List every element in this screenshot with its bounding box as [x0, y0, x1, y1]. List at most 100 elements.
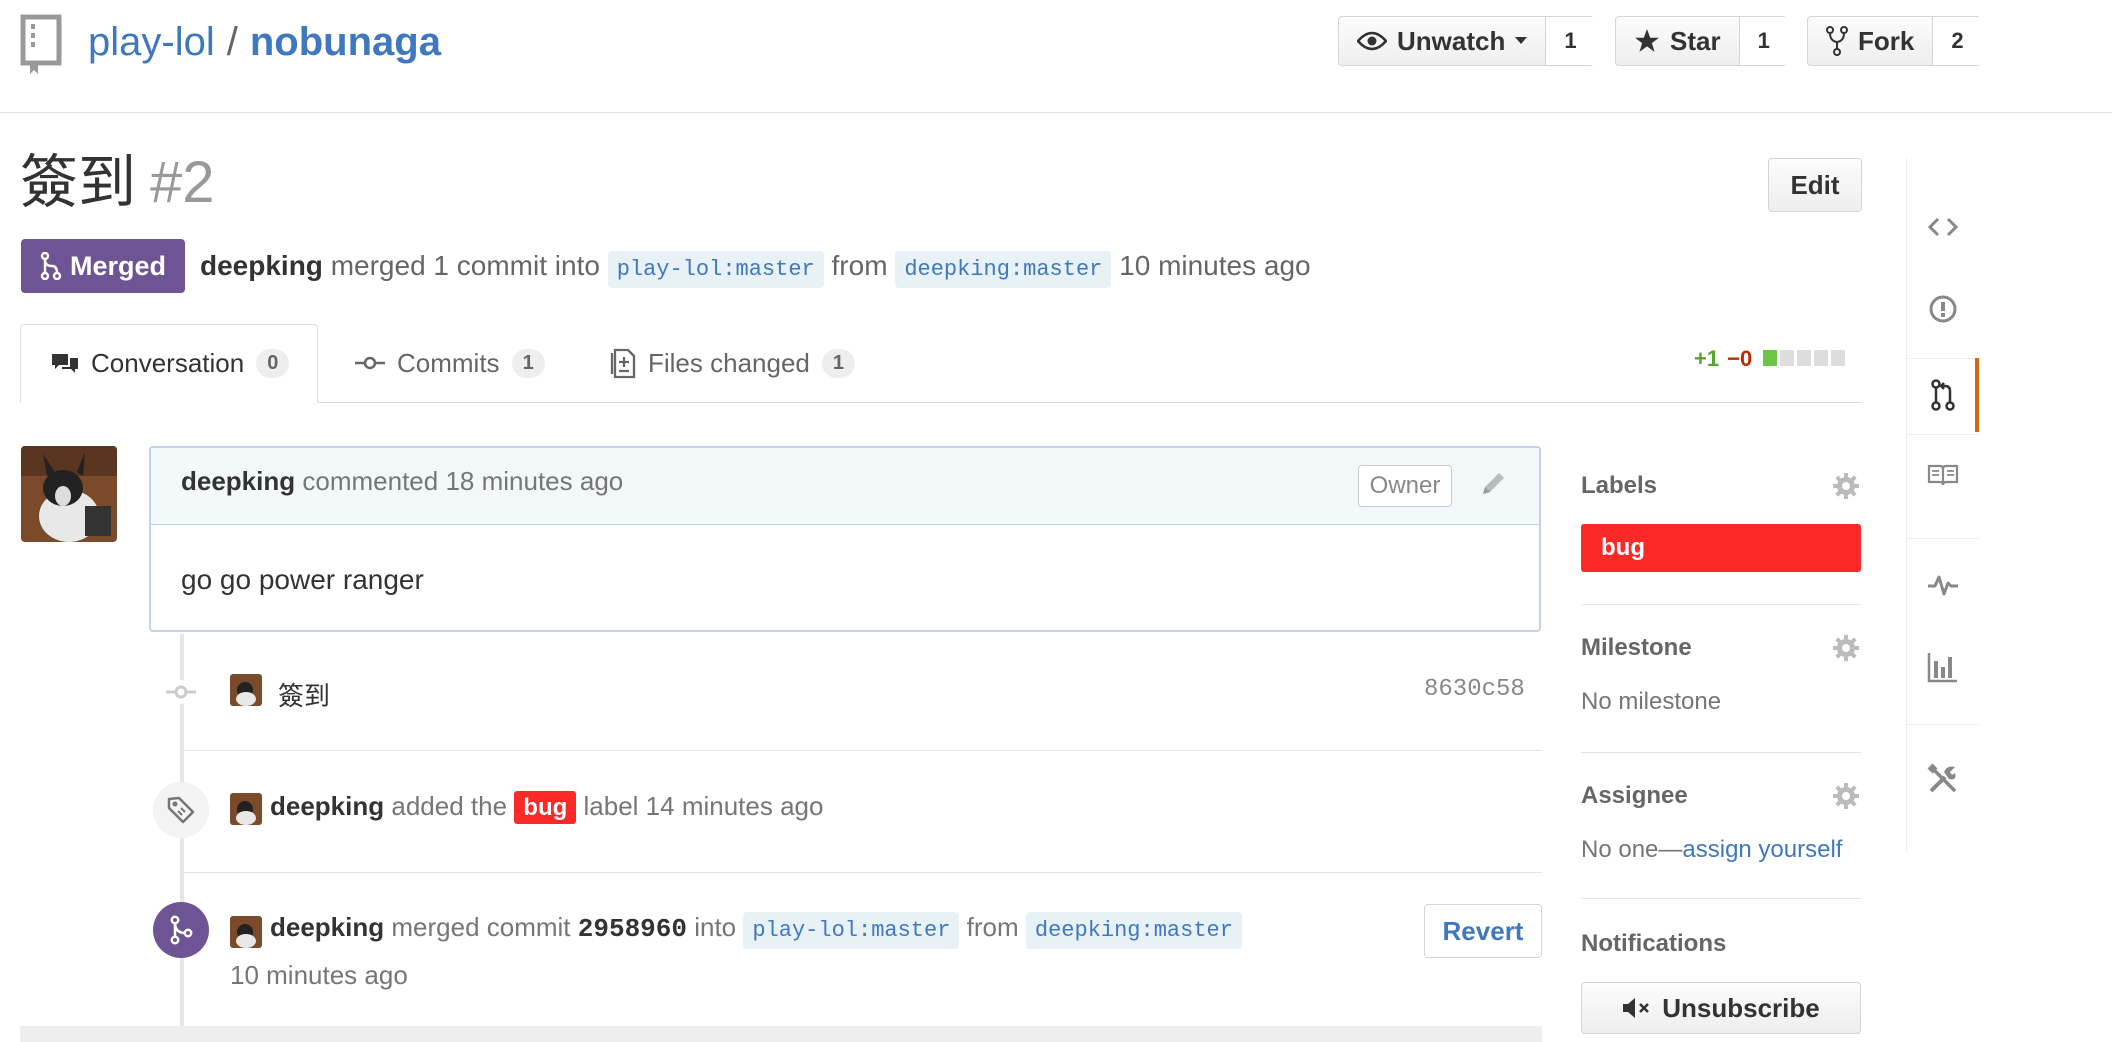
notifications-heading: Notifications [1581, 930, 1727, 957]
label-event-actor[interactable]: deepking [270, 791, 384, 821]
file-diff-icon [610, 348, 636, 379]
merged-status-badge: Merged [21, 239, 185, 293]
gear-icon[interactable] [1832, 472, 1860, 500]
comment-action: commented [302, 466, 439, 496]
unwatch-label: Unwatch [1397, 25, 1506, 56]
merge-head-ref[interactable]: deepking:master [1025, 912, 1242, 949]
merge-summary-text: merged 1 commit into [330, 250, 600, 281]
issue-icon[interactable] [1907, 268, 1979, 350]
code-icon[interactable] [1907, 186, 1979, 268]
commit-icon [355, 356, 385, 370]
gear-icon[interactable] [1832, 634, 1860, 662]
mute-icon [1623, 998, 1650, 1018]
avatar[interactable] [21, 446, 117, 542]
owner-badge: Owner [1358, 465, 1452, 507]
from-text: from [831, 250, 888, 281]
base-owner: play-lol [616, 257, 723, 282]
unwatch-button[interactable]: Unwatch [1339, 17, 1547, 65]
fork-button[interactable]: Fork [1808, 17, 1934, 65]
nav-divider [1907, 538, 1979, 539]
tools-icon[interactable] [1907, 738, 1979, 820]
merge-event-verb: merged commit [391, 912, 571, 942]
repo-icon [20, 14, 66, 76]
pr-number: #2 [150, 150, 215, 215]
diffstat-block [1814, 350, 1829, 366]
timeline-divider [182, 750, 1542, 751]
tag-icon [153, 782, 209, 838]
timeline-divider [182, 872, 1542, 873]
commit-message-link[interactable]: 簽到 [278, 676, 330, 713]
eye-icon [1357, 31, 1387, 51]
active-nav-indicator [1975, 358, 1979, 432]
repo-owner-link[interactable]: play-lol [88, 20, 215, 64]
merge-head-owner: deepking [1034, 918, 1141, 943]
diffstat-deletions: −0 [1727, 346, 1753, 371]
head-owner: deepking [904, 257, 1010, 282]
watchers-count[interactable]: 1 [1546, 17, 1595, 65]
comment-header: deepking commented 18 minutes ago Owner [151, 448, 1539, 525]
star-icon [1635, 29, 1659, 52]
commit-sha-link[interactable]: 8630c58 [1424, 676, 1525, 703]
tab-files-changed[interactable]: Files changed 1 [610, 324, 890, 402]
merge-base-owner: play-lol [752, 918, 858, 943]
merge-base-ref[interactable]: play-lol:master [743, 912, 960, 949]
head-branch: master [1023, 257, 1103, 282]
merge-base-branch: master [871, 918, 951, 943]
merge-event-avatar[interactable] [230, 916, 262, 948]
diffstat: +1 −0 [1694, 346, 1846, 372]
tab-commits-label: Commits [397, 347, 500, 378]
label-bug-chip[interactable]: bug [514, 791, 577, 824]
graph-icon[interactable] [1907, 626, 1979, 708]
label-event-avatar[interactable] [230, 793, 262, 825]
comment-box: deepking commented 18 minutes ago Owner … [149, 446, 1541, 632]
unsubscribe-label: Unsubscribe [1662, 992, 1820, 1023]
merge-event-time: 10 minutes ago [230, 960, 408, 990]
tab-conversation-count: 0 [256, 349, 290, 378]
pr-tabs: Conversation 0 Commits 1 Files changed 1 [20, 324, 1862, 403]
commit-author-avatar[interactable] [230, 674, 262, 706]
chevron-down-icon [1515, 37, 1528, 44]
pull-request-icon[interactable] [1907, 354, 1979, 436]
star-label: Star [1670, 25, 1721, 56]
tab-commits[interactable]: Commits 1 [355, 324, 575, 402]
pr-title: 簽到 #2 [20, 148, 215, 218]
pencil-icon[interactable] [1479, 468, 1509, 498]
assignee-none: No one— [1581, 836, 1683, 863]
pulse-icon[interactable] [1907, 544, 1979, 626]
merge-head-branch: master [1153, 918, 1233, 943]
comment-body: go go power ranger [181, 564, 424, 595]
gear-icon[interactable] [1832, 782, 1860, 810]
comment-time-link[interactable]: 18 minutes ago [445, 466, 623, 496]
book-icon[interactable] [1907, 434, 1979, 516]
timeline-bottom [20, 1026, 1542, 1042]
labels-heading: Labels [1581, 472, 1658, 499]
repo-name-link[interactable]: nobunaga [250, 20, 441, 64]
assignee-heading: Assignee [1581, 782, 1688, 809]
stargazers-count[interactable]: 1 [1739, 17, 1788, 65]
comment-author-link[interactable]: deepking [181, 466, 295, 496]
commit-icon [166, 680, 196, 704]
merge-commit-link[interactable]: 2958960 [578, 914, 687, 944]
tab-conversation[interactable]: Conversation 0 [20, 324, 318, 403]
diffstat-block-added [1763, 350, 1778, 366]
pr-author-link[interactable]: deepking [200, 250, 323, 281]
repo-header: play-lol / nobunaga Unwatch 1 Star 1 Fork … [0, 0, 2112, 113]
comment-meta: deepking commented 18 minutes ago [181, 466, 623, 497]
label-bug[interactable]: bug [1581, 524, 1861, 572]
fork-button-group: Fork 2 [1807, 16, 1982, 66]
edit-title-button[interactable]: Edit [1768, 158, 1862, 212]
merge-event-actor[interactable]: deepking [270, 912, 384, 942]
merge-summary: deepking merged 1 commit into play-lol:m… [200, 245, 1311, 291]
merge-event-into: into [694, 912, 737, 942]
sidebar-divider [1581, 752, 1861, 753]
base-branch-ref[interactable]: play-lol:master [607, 251, 824, 288]
revert-button[interactable]: Revert [1424, 904, 1542, 958]
star-button[interactable]: Star [1616, 17, 1740, 65]
forks-count[interactable]: 2 [1933, 17, 1982, 65]
tab-conversation-label: Conversation [91, 348, 245, 378]
assign-yourself-link[interactable]: assign yourself [1682, 836, 1842, 863]
head-branch-ref[interactable]: deepking:master [895, 251, 1112, 288]
label-event-after: label [583, 791, 639, 821]
comment-icon [52, 353, 78, 373]
unsubscribe-button[interactable]: Unsubscribe [1581, 982, 1861, 1034]
